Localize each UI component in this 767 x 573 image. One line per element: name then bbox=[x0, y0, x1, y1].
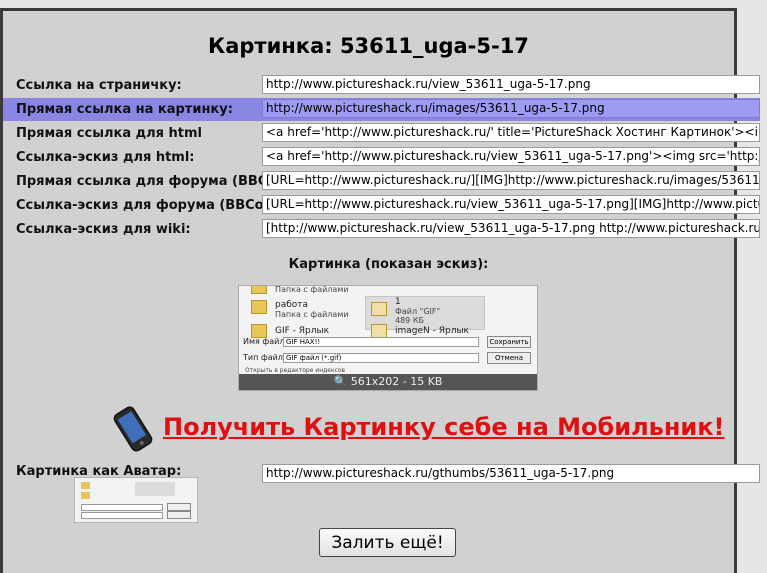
link-row-bbcode-direct: Прямая ссылка для форума (BBCode): [URL=… bbox=[3, 170, 760, 193]
dialog-item: imageN - Ярлык bbox=[395, 326, 469, 336]
upload-more-button[interactable]: Залить ещё! bbox=[319, 528, 456, 557]
gif-file-icon bbox=[371, 302, 387, 316]
dialog-item: работа bbox=[275, 300, 309, 310]
dialog-item: Папка с файлами bbox=[275, 285, 349, 294]
link-label-html-direct: Прямая ссылка для html bbox=[16, 126, 202, 141]
link-field-direct[interactable]: http://www.pictureshack.ru/images/53611_… bbox=[262, 99, 760, 118]
link-field-wiki[interactable]: [http://www.pictureshack.ru/view_53611_u… bbox=[262, 219, 760, 238]
link-field-bbcode-direct[interactable]: [URL=http://www.pictureshack.ru/][IMG]ht… bbox=[262, 171, 760, 190]
save-dialog-button: Сохранить bbox=[487, 336, 531, 348]
link-row-page: Ссылка на страничку: http://www.pictures… bbox=[3, 74, 760, 97]
shortcut-icon bbox=[371, 324, 387, 338]
dialog-item: Файл "GIF" bbox=[395, 307, 441, 316]
zoom-icon: 🔍 bbox=[333, 375, 348, 388]
filename-input: GIF HAX!! bbox=[283, 337, 479, 347]
link-field-bbcode-thumb[interactable]: [URL=http://www.pictureshack.ru/view_536… bbox=[262, 195, 760, 214]
link-field-html-thumb[interactable]: <a href='http://www.pictureshack.ru/view… bbox=[262, 147, 760, 166]
link-label-wiki: Ссылка-эскиз для wiki: bbox=[16, 222, 191, 237]
link-label-page: Ссылка на страничку: bbox=[16, 78, 182, 93]
avatar-thumbnail bbox=[74, 477, 198, 523]
link-row-html-thumb: Ссылка-эскиз для html: <a href='http://w… bbox=[3, 146, 760, 169]
get-on-mobile-link[interactable]: Получить Картинку себе на Мобильник! bbox=[163, 413, 724, 441]
thumbnail-caption: Картинка (показан эскиз): bbox=[288, 257, 489, 272]
checkbox-label: Открыть в редакторе индексов bbox=[245, 367, 346, 374]
folder-icon bbox=[251, 286, 267, 294]
page-title: Картинка: 53611_uga-5-17 bbox=[208, 34, 529, 58]
link-row-direct: Прямая ссылка на картинку: http://www.pi… bbox=[3, 98, 760, 121]
link-row-wiki: Ссылка-эскиз для wiki: [http://www.pictu… bbox=[3, 218, 760, 241]
link-label-html-thumb: Ссылка-эскиз для html: bbox=[16, 150, 195, 165]
link-row-bbcode-thumb: Ссылка-эскиз для форума (BBCode): [URL=h… bbox=[3, 194, 760, 217]
folder-icon bbox=[251, 324, 267, 338]
link-field-html-direct[interactable]: <a href='http://www.pictureshack.ru/' ti… bbox=[262, 123, 760, 142]
thumbnail-image[interactable]: Папка с файлами работа Папка с файлами G… bbox=[238, 285, 538, 391]
link-label-bbcode-thumb: Ссылка-эскиз для форума (BBCode): bbox=[16, 198, 293, 213]
mobile-phone-icon bbox=[113, 406, 153, 452]
link-field-page[interactable]: http://www.pictureshack.ru/view_53611_ug… bbox=[262, 75, 760, 94]
dialog-item: GIF - Ярлык bbox=[275, 326, 330, 336]
folder-icon bbox=[251, 300, 267, 314]
cancel-dialog-button: Отмена bbox=[487, 352, 531, 364]
dialog-item: Папка с файлами bbox=[275, 310, 349, 319]
thumbnail-info-bar: 🔍 561x202 - 15 KB bbox=[239, 374, 537, 390]
dialog-item: 1 bbox=[395, 297, 401, 307]
link-label-direct: Прямая ссылка на картинку: bbox=[16, 102, 233, 117]
dialog-item: 489 КБ bbox=[395, 316, 424, 325]
link-row-html-direct: Прямая ссылка для html <a href='http://w… bbox=[3, 122, 760, 145]
filetype-select: GIF файл (*.gif) bbox=[283, 353, 479, 363]
thumbnail-info: 561x202 - 15 KB bbox=[350, 375, 443, 388]
avatar-field[interactable]: http://www.pictureshack.ru/gthumbs/53611… bbox=[262, 464, 760, 483]
